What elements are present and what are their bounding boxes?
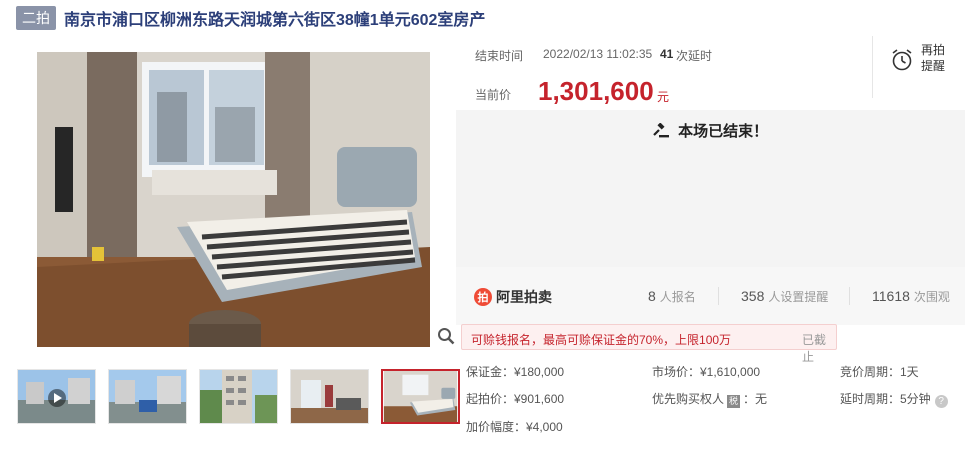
current-price-label: 当前价 <box>475 88 512 102</box>
gavel-icon <box>653 122 669 138</box>
priority-buyer-value: ：无 <box>743 392 768 406</box>
round-badge: 二拍 <box>16 6 56 30</box>
priority-buyer: 优先购买权人税：无 <box>652 390 767 408</box>
thumbnail-video-image <box>18 370 95 423</box>
priority-tax-icon: 税 <box>727 395 741 408</box>
starting-price: 起拍价：¥901,600 <box>466 392 565 406</box>
delay-count: 41 <box>660 47 674 61</box>
end-time-label: 结束时间 <box>475 49 524 63</box>
deposit-credit-notice: 可赊钱报名，最高可赊保证金的70%，上限100万 已截止 <box>461 324 837 364</box>
deposit-credit-status: 已截止 <box>802 333 827 364</box>
bidding-cycle: 竞价周期：1天 <box>840 365 919 379</box>
thumbnail-building[interactable] <box>199 369 278 424</box>
end-time-value: 2022/02/13 11:02:35 <box>543 47 653 61</box>
deposit-credit-text: 可赊钱报名，最高可赊保证金的70%，上限100万 <box>471 333 732 347</box>
signup-stat: 8 人报名 <box>648 288 696 305</box>
auction-ended-text: 本场已结束！ <box>678 123 769 140</box>
thumbnail-street-image <box>109 370 186 423</box>
priority-buyer-label: 优先购买权人 <box>652 392 725 406</box>
view-label: 次围观 <box>913 290 950 304</box>
ali-auction-logo-mark: 拍 <box>474 288 492 306</box>
ali-auction-logo[interactable]: 拍 阿里拍卖 <box>474 287 552 307</box>
deposit-amount: 保证金：¥180,000 <box>466 365 565 379</box>
signup-count: 8 <box>648 288 656 304</box>
relist-reminder-button[interactable]: 再拍 提醒 <box>872 36 965 98</box>
alarm-clock-icon <box>892 49 912 71</box>
view-count: 11618 <box>872 288 910 304</box>
auction-ended-panel: 本场已结束！ <box>456 110 965 267</box>
reminder-stat: 358 人设置提醒 <box>741 288 828 305</box>
bid-increment: 加价幅度：¥4,000 <box>466 420 563 434</box>
price-unit: 元 <box>657 90 670 104</box>
bedroom-photo <box>37 52 430 347</box>
auction-ended-status: 本场已结束！ <box>456 120 965 141</box>
relist-reminder-line1: 再拍 <box>921 43 946 57</box>
thumbnail-video[interactable] <box>17 369 96 424</box>
current-price: 1,301,600 <box>538 76 654 106</box>
auction-info-header: 结束时间 2022/02/13 11:02:35 41 次延时 当前价 1,30… <box>456 36 965 110</box>
market-price: 市场价：¥1,610,000 <box>652 365 761 379</box>
main-photo[interactable] <box>37 52 430 347</box>
stats-bar: 拍 阿里拍卖 8 人报名 358 人设置提醒 11618 次围观 <box>456 267 965 325</box>
thumbnail-living-room-image <box>291 370 368 423</box>
stat-divider <box>718 287 719 305</box>
reminder-count: 358 <box>741 288 765 304</box>
thumbnail-building-image <box>200 370 277 423</box>
stat-divider <box>849 287 850 305</box>
thumbnail-living-room[interactable] <box>290 369 369 424</box>
page-title: 南京市浦口区柳洲东路天润城第六街区38幢1单元602室房产 <box>64 12 486 29</box>
thumbnail-bedroom-image <box>383 371 458 422</box>
thumbnail-bedroom[interactable] <box>381 369 460 424</box>
view-stat: 11618 次围观 <box>872 288 950 305</box>
zoom-icon[interactable] <box>437 327 455 345</box>
reminder-label: 人设置提醒 <box>768 290 829 304</box>
title-row: 二拍 南京市浦口区柳洲东路天润城第六街区38幢1单元602室房产 <box>16 6 486 30</box>
ali-auction-logo-text: 阿里拍卖 <box>496 289 552 305</box>
delay-cycle: 延时周期：5分钟? <box>840 390 948 408</box>
auction-page: 二拍 南京市浦口区柳洲东路天润城第六街区38幢1单元602室房产 结束时间 20… <box>0 0 965 453</box>
relist-reminder-label: 再拍 提醒 <box>921 42 951 74</box>
relist-reminder-line2: 提醒 <box>921 59 946 73</box>
signup-label: 人报名 <box>659 290 696 304</box>
delay-cycle-text: 延时周期：5分钟 <box>840 392 931 406</box>
delay-label: 次延时 <box>676 49 713 63</box>
thumbnail-strip <box>17 369 472 424</box>
thumbnail-street[interactable] <box>108 369 187 424</box>
help-icon[interactable]: ? <box>934 395 948 408</box>
